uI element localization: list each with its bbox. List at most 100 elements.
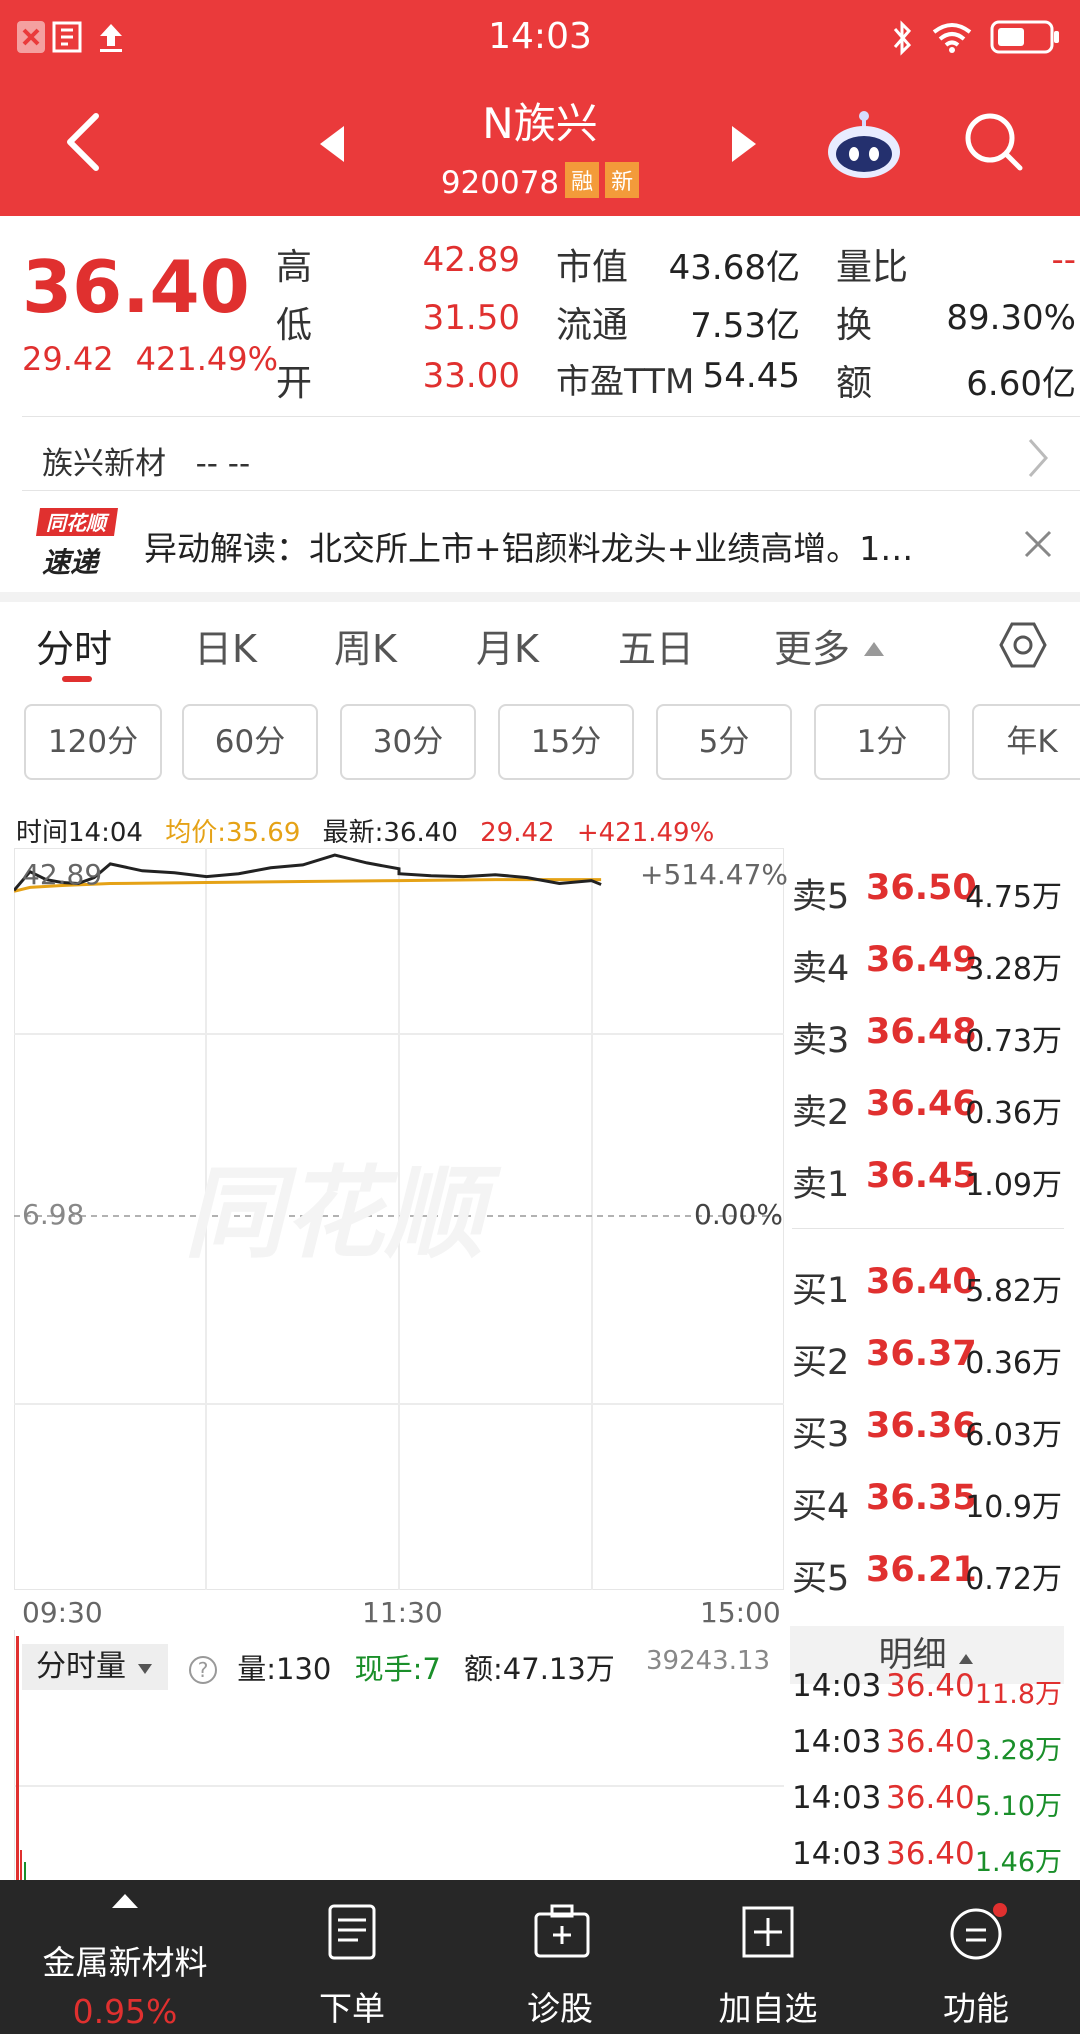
tick-time: 14:03 bbox=[792, 1780, 882, 1816]
level-price: 36.35 bbox=[866, 1478, 977, 1518]
tick-time: 14:03 bbox=[792, 1836, 882, 1872]
volume-ratio-value: -- bbox=[1051, 240, 1076, 280]
volume-amount: 额:47.13万 bbox=[464, 1652, 615, 1686]
settings-hex-icon[interactable] bbox=[998, 620, 1048, 670]
tick-volume: 11.8万 bbox=[974, 1679, 1062, 1710]
level-label: 买2 bbox=[792, 1343, 850, 1383]
current-price: 36.40 bbox=[22, 245, 250, 329]
time-label-open: 09:30 bbox=[22, 1596, 103, 1629]
bid-row[interactable]: 买2 36.37 0.36万 bbox=[792, 1334, 1062, 1390]
period-120m[interactable]: 120分 bbox=[24, 704, 162, 780]
level-volume: 0.36万 bbox=[965, 1346, 1062, 1381]
info-change: 29.42 bbox=[480, 818, 555, 848]
bid-row[interactable]: 买3 36.36 6.03万 bbox=[792, 1406, 1062, 1462]
tab-weekly-k[interactable]: 周K bbox=[334, 618, 397, 673]
tick-volume: 5.10万 bbox=[974, 1791, 1062, 1822]
news-brand-logo: 同花顺 速递 bbox=[36, 508, 118, 579]
margin-tag: 融 bbox=[565, 162, 600, 198]
next-stock-icon[interactable] bbox=[730, 124, 758, 164]
level-label: 买4 bbox=[792, 1487, 850, 1527]
diagnose-label: 诊股 bbox=[527, 1989, 593, 2028]
diagnose-button[interactable]: 诊股 bbox=[460, 1880, 660, 2034]
tab-monthly-k[interactable]: 月K bbox=[476, 618, 539, 673]
period-5m[interactable]: 5分 bbox=[656, 704, 792, 780]
sector-pct: 0.95% bbox=[72, 1992, 178, 2031]
tab-more-label: 更多 bbox=[774, 627, 851, 671]
bid-row[interactable]: 买1 36.40 5.82万 bbox=[792, 1262, 1062, 1318]
function-label: 功能 bbox=[943, 1989, 1009, 2028]
period-1m[interactable]: 1分 bbox=[814, 704, 950, 780]
wifi-icon bbox=[932, 23, 972, 53]
pe-label-text: 市盈TTM bbox=[556, 362, 695, 402]
chart-high-pct: +514.47% bbox=[640, 858, 789, 891]
high-label: 高 bbox=[276, 247, 313, 288]
period-30m[interactable]: 30分 bbox=[340, 704, 476, 780]
tick-row: 14:03 36.40 5.10万 bbox=[792, 1780, 1062, 1836]
order-button[interactable]: 下单 bbox=[252, 1880, 452, 2034]
tab-more[interactable]: 更多 bbox=[774, 618, 886, 673]
sector-name: 金属新材料 bbox=[42, 1943, 208, 1982]
tick-price: 36.40 bbox=[886, 1724, 975, 1760]
level-price: 36.49 bbox=[866, 940, 977, 980]
status-time: 14:03 bbox=[488, 16, 592, 57]
level-volume: 1.09万 bbox=[965, 1168, 1062, 1203]
industry-value: -- -- bbox=[195, 446, 251, 482]
level-price: 36.37 bbox=[866, 1334, 977, 1374]
level-price: 36.45 bbox=[866, 1156, 977, 1196]
volume-ratio-label: 量比 bbox=[836, 247, 909, 288]
level-volume: 3.28万 bbox=[965, 952, 1062, 987]
float-cap-value: 7.53亿 bbox=[690, 306, 800, 346]
caret-up-icon bbox=[112, 1894, 138, 1908]
volume-selector-label: 分时量 bbox=[36, 1649, 126, 1684]
order-book-divider bbox=[792, 1228, 1064, 1229]
close-icon[interactable] bbox=[1022, 528, 1054, 560]
sector-button[interactable]: 金属新材料 0.95% bbox=[20, 1880, 230, 2034]
tab-five-day[interactable]: 五日 bbox=[618, 618, 694, 673]
volume-selector[interactable]: 分时量 bbox=[22, 1644, 168, 1690]
ask-row[interactable]: 卖1 36.45 1.09万 bbox=[792, 1156, 1062, 1212]
tick-volume: 3.28万 bbox=[974, 1735, 1062, 1766]
search-icon[interactable] bbox=[962, 110, 1026, 174]
battery-icon bbox=[990, 20, 1059, 54]
ask-row[interactable]: 卖5 36.50 4.75万 bbox=[792, 868, 1062, 924]
low-label: 低 bbox=[276, 305, 313, 346]
level-label: 卖5 bbox=[792, 877, 850, 917]
level-volume: 6.03万 bbox=[965, 1418, 1062, 1453]
add-watchlist-button[interactable]: 加自选 bbox=[668, 1880, 868, 2034]
news-headline[interactable]: 异动解读：北交所上市+铝颜料龙头+业绩高增。1… bbox=[144, 522, 974, 570]
caret-down-icon bbox=[137, 1664, 152, 1674]
level-volume: 10.9万 bbox=[965, 1490, 1062, 1525]
function-button[interactable]: 功能 bbox=[876, 1880, 1076, 2034]
amount-label: 额 bbox=[836, 363, 873, 404]
ask-row[interactable]: 卖2 36.46 0.36万 bbox=[792, 1084, 1062, 1140]
chart-info-bar: 时间14:04 均价:35.69 最新:36.40 29.42 +421.49% bbox=[16, 812, 728, 849]
period-60m[interactable]: 60分 bbox=[182, 704, 318, 780]
industry-label: 族兴新材 bbox=[42, 446, 166, 482]
help-icon[interactable]: ? bbox=[188, 1655, 218, 1685]
robot-assistant-icon[interactable] bbox=[824, 108, 904, 180]
caret-up-icon bbox=[864, 642, 885, 656]
level-volume: 4.75万 bbox=[965, 880, 1062, 915]
chevron-right-icon[interactable] bbox=[1024, 436, 1052, 480]
level-volume: 0.36万 bbox=[965, 1096, 1062, 1131]
info-avg-price: 均价:35.69 bbox=[165, 818, 301, 848]
level-label: 卖4 bbox=[792, 949, 850, 989]
industry-row[interactable]: 族兴新材 -- -- bbox=[42, 438, 250, 483]
ask-row[interactable]: 卖4 36.49 3.28万 bbox=[792, 940, 1062, 996]
ask-row[interactable]: 卖3 36.48 0.73万 bbox=[792, 1012, 1062, 1068]
level-price: 36.40 bbox=[866, 1262, 977, 1302]
level-label: 买5 bbox=[792, 1559, 850, 1599]
bid-row[interactable]: 买5 36.21 0.72万 bbox=[792, 1550, 1062, 1606]
amount-value: 6.60亿 bbox=[966, 364, 1076, 404]
change-percent: 421.49% bbox=[135, 340, 278, 378]
volume-qty: 量:130 bbox=[237, 1652, 332, 1686]
period-15m[interactable]: 15分 bbox=[498, 704, 634, 780]
bid-row[interactable]: 买4 36.35 10.9万 bbox=[792, 1478, 1062, 1534]
tab-daily-k[interactable]: 日K bbox=[194, 618, 257, 673]
intraday-chart[interactable]: 同花顺 bbox=[14, 848, 784, 1590]
market-cap-label: 市值 bbox=[556, 247, 629, 288]
period-year-k[interactable]: 年K bbox=[972, 704, 1080, 780]
volume-max: 39243.13 bbox=[646, 1646, 771, 1676]
tick-row: 14:03 36.40 11.8万 bbox=[792, 1668, 1062, 1724]
tab-intraday[interactable]: 分时 bbox=[36, 618, 112, 673]
